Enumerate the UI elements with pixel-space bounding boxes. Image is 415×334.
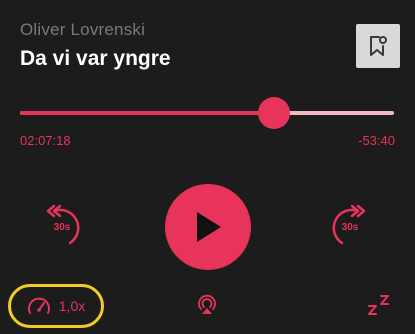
progress-track[interactable] (20, 111, 394, 115)
playback-speed-button[interactable]: 1,0x (8, 284, 104, 328)
author-name: Oliver Lovrenski (20, 20, 146, 39)
elapsed-time: 02:07:18 (20, 133, 71, 148)
remaining-time: -53:40 (358, 133, 395, 148)
skip-forward-button[interactable]: 30s (328, 203, 372, 249)
skip-back-button[interactable]: 30s (40, 203, 84, 249)
play-icon (197, 212, 221, 242)
bookmark-icon (370, 36, 387, 56)
add-bookmark-button[interactable] (356, 24, 400, 68)
skip-forward-label: 30s (341, 222, 359, 233)
airplay-icon[interactable] (196, 294, 218, 316)
book-title: Da vi var yngre (20, 47, 171, 70)
sleep-timer-icon[interactable] (368, 292, 394, 316)
progress-fill (20, 111, 275, 115)
play-button[interactable] (165, 184, 251, 270)
speed-label: 1,0x (58, 298, 86, 314)
speedometer-icon (27, 297, 50, 314)
skip-back-label: 30s (53, 222, 71, 233)
progress-thumb[interactable] (258, 97, 291, 129)
